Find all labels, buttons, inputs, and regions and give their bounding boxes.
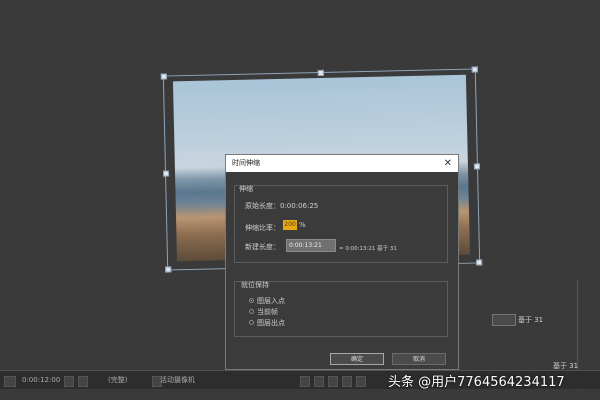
hold-in-place-group: 就位保持 图层入点 当前帧 图层出点 <box>234 281 448 337</box>
new-duration-label: 新建长度： <box>245 243 280 251</box>
view-button[interactable] <box>328 376 338 387</box>
transform-handle[interactable] <box>471 66 478 73</box>
percent-sign: % <box>299 221 306 229</box>
watermark: 头条 @用户7764564234117 <box>388 375 565 390</box>
transform-handle[interactable] <box>476 259 483 266</box>
option-layer-in-point[interactable]: 图层入点 <box>257 296 285 306</box>
color-button[interactable] <box>78 376 88 387</box>
new-duration-input[interactable]: 0:00:13:21 <box>286 239 336 252</box>
close-icon[interactable]: ✕ <box>444 155 452 172</box>
transform-handle[interactable] <box>165 266 172 273</box>
transform-handle[interactable] <box>473 163 481 170</box>
side-base-text: 基于 31 <box>518 316 544 324</box>
transform-handle[interactable] <box>162 170 170 177</box>
stretch-factor-label: 伸缩比率： <box>245 224 280 232</box>
quality-dropdown[interactable]: (完整) <box>108 376 127 385</box>
view-button[interactable] <box>300 376 310 387</box>
ok-button[interactable]: 确定 <box>330 353 384 365</box>
view-button[interactable] <box>342 376 352 387</box>
cancel-button[interactable]: 取消 <box>392 353 446 365</box>
timecode[interactable]: 0:00:12:00 <box>22 376 60 385</box>
radio-current-frame[interactable] <box>249 309 254 314</box>
transform-handle[interactable] <box>317 69 324 77</box>
camera-dropdown[interactable]: 活动摄像机 <box>160 376 195 385</box>
snapshot-button[interactable] <box>64 376 74 387</box>
side-field[interactable] <box>492 314 516 326</box>
view-button[interactable] <box>314 376 324 387</box>
option-current-frame[interactable]: 当前帧 <box>257 307 278 317</box>
transform-handle[interactable] <box>160 73 167 80</box>
toolbar-field[interactable] <box>4 376 16 387</box>
view-button[interactable] <box>356 376 366 387</box>
duration-equals-text: = 0:00:13:21 基于 31 <box>339 246 397 252</box>
stretch-group-title: 伸缩 <box>239 185 253 193</box>
original-duration-label: 原始长度：0:00:06:25 <box>245 202 319 210</box>
dialog-titlebar: 时间伸缩 ✕ <box>226 155 458 172</box>
hold-group-title: 就位保持 <box>241 281 269 289</box>
stretch-factor-input[interactable]: 200 <box>283 220 297 230</box>
option-layer-out-point[interactable]: 图层出点 <box>257 318 285 328</box>
time-stretch-dialog: 时间伸缩 ✕ 伸缩 原始长度：0:00:06:25 伸缩比率： 新建长度： = … <box>225 154 459 370</box>
radio-layer-out-point[interactable] <box>249 320 254 325</box>
dialog-title: 时间伸缩 <box>232 159 260 167</box>
radio-layer-in-point[interactable] <box>249 298 254 303</box>
stretch-group: 伸缩 原始长度：0:00:06:25 伸缩比率： 新建长度： = 0:00:13… <box>234 185 448 263</box>
